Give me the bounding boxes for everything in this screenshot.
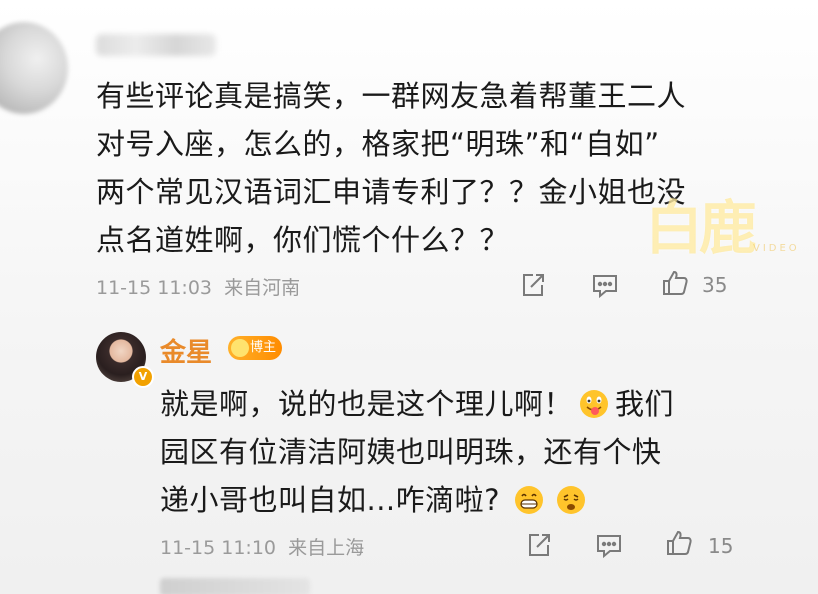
commenter-avatar[interactable] bbox=[0, 22, 68, 114]
watermark-text: 白鹿 bbox=[645, 194, 757, 262]
comment-line: 有些评论真是搞笑，一群网友急着帮董王二人 bbox=[96, 79, 687, 113]
share-icon[interactable] bbox=[518, 270, 548, 300]
like-count: 15 bbox=[708, 534, 734, 558]
commenter-username-blurred[interactable] bbox=[96, 34, 216, 56]
comment-line: 对号入座，怎么的，格家把“明珠”和“自如” bbox=[96, 127, 660, 161]
reply-meta: 11-15 11:10 来自上海 bbox=[160, 533, 364, 560]
verified-icon: V bbox=[132, 366, 154, 388]
comment-line: 点名道姓啊，你们慌个什么？？ bbox=[96, 223, 510, 257]
reply-text-segment: 就是啊，说的也是这个理儿啊！ bbox=[160, 387, 574, 421]
watermark-logo: 白鹿 VIDEO bbox=[645, 185, 815, 265]
blogger-badge: 博主 bbox=[228, 336, 283, 360]
timestamp: 11-15 11:03 bbox=[96, 277, 213, 299]
location: 来自上海 bbox=[288, 537, 365, 559]
like-icon[interactable] bbox=[664, 528, 694, 558]
top-comment-meta: 11-15 11:03 来自河南 bbox=[96, 273, 300, 300]
top-comment-text: 有些评论真是搞笑，一群网友急着帮董王二人 对号入座，怎么的，格家把“明珠”和“自… bbox=[96, 72, 686, 264]
comment-icon[interactable] bbox=[590, 270, 620, 300]
tired-emoji-icon bbox=[556, 485, 586, 515]
timestamp: 11-15 11:10 bbox=[160, 537, 277, 559]
watermark-sub: VIDEO bbox=[753, 243, 800, 254]
reply-text-segment: 递小哥也叫自如...咋滴啦? bbox=[160, 483, 501, 517]
reply-text-segment: 我们 bbox=[615, 387, 675, 421]
tongue-emoji-icon bbox=[579, 389, 609, 419]
grin-emoji-icon bbox=[514, 485, 544, 515]
like-icon[interactable] bbox=[660, 268, 690, 298]
badge-label: 博主 bbox=[250, 340, 277, 355]
reply-line: 就是啊，说的也是这个理儿啊！ 我们 bbox=[160, 380, 674, 428]
badge-icon bbox=[231, 339, 249, 357]
location: 来自河南 bbox=[224, 277, 301, 299]
reply-username[interactable]: 金星 bbox=[160, 332, 212, 369]
reply-text: 就是啊，说的也是这个理儿啊！ 我们 园区有位清洁阿姨也叫明珠，还有个快 递小哥也… bbox=[160, 380, 674, 524]
reply-line: 园区有位清洁阿姨也叫明珠，还有个快 bbox=[160, 435, 662, 469]
comment-icon[interactable] bbox=[594, 530, 624, 560]
next-comment-blurred bbox=[160, 578, 310, 594]
page: 有些评论真是搞笑，一群网友急着帮董王二人 对号入座，怎么的，格家把“明珠”和“自… bbox=[0, 0, 818, 594]
reply-line: 递小哥也叫自如...咋滴啦? bbox=[160, 476, 674, 524]
like-count: 35 bbox=[702, 273, 728, 297]
comment-line: 两个常见汉语词汇申请专利了？？金小姐也没 bbox=[96, 175, 687, 209]
share-icon[interactable] bbox=[524, 530, 554, 560]
